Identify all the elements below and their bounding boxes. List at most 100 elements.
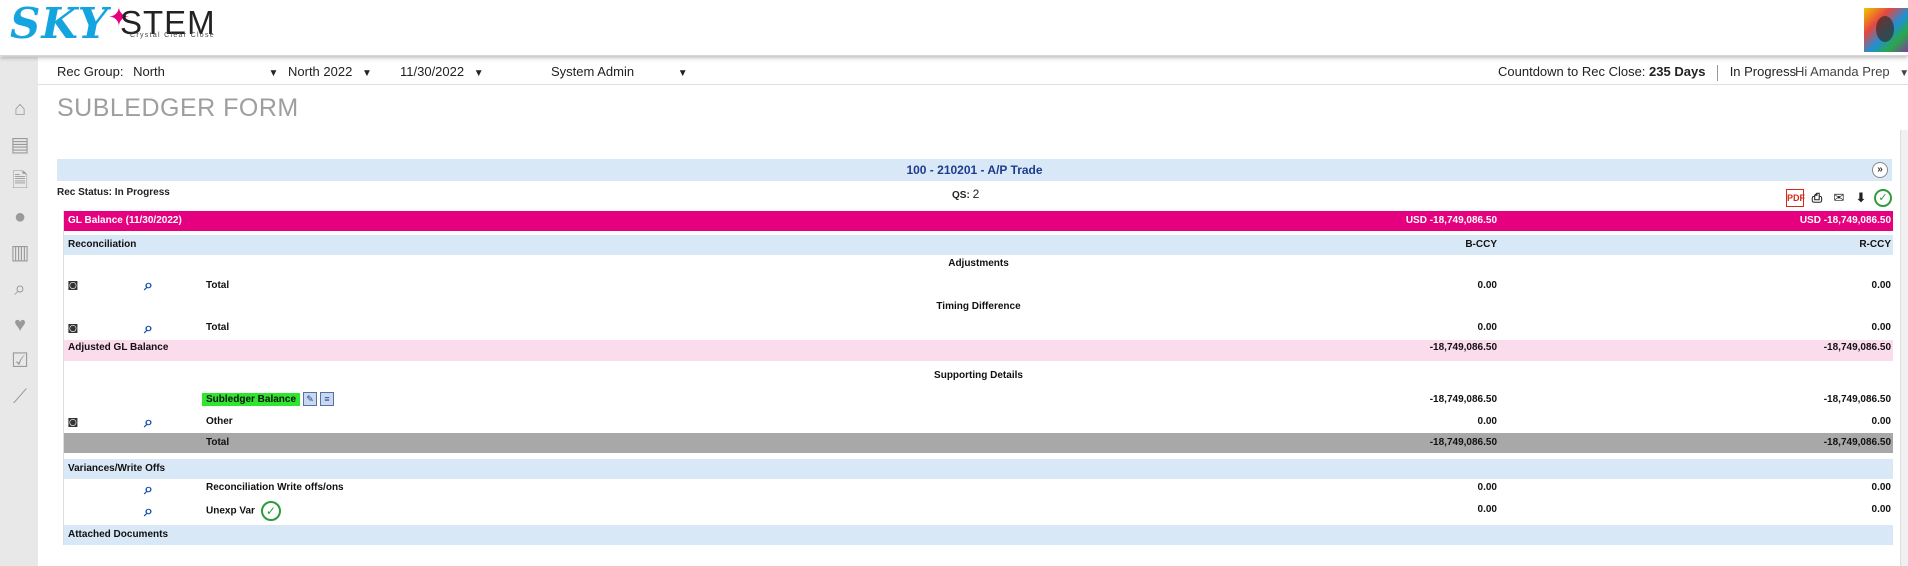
reconciliation-grid: GL Balance (11/30/2022) USD -18,749,086.…	[63, 211, 1893, 545]
timing-total-row: ◙ ⌕ Total 0.00 0.00	[64, 316, 1893, 340]
left-sidebar: ⌂ ▤ 🗎 ● ▥ ⌕ ♥ ☑ ⟋	[0, 57, 38, 566]
qs-value: 2	[972, 187, 980, 201]
rccy-header: R-CCY	[1859, 239, 1891, 250]
subledger-link[interactable]: Subledger Balance ✎ ≡	[202, 389, 335, 411]
add-item-icon[interactable]: ◙	[68, 277, 90, 295]
supporting-title: Supporting Details	[934, 370, 1023, 381]
supporting-total-row: Total -18,749,086.50 -18,749,086.50	[64, 433, 1893, 453]
toolbar: PDF ⎙ ✉ ⬇ ✓	[1786, 189, 1892, 207]
user-greeting: Hi Amanda Prep	[1795, 64, 1890, 79]
qs-label: QS:	[952, 190, 970, 201]
reconciliation-label: Reconciliation	[68, 239, 137, 250]
page-title: SUBLEDGER FORM	[57, 94, 299, 122]
attached-docs-row: Attached Documents	[64, 525, 1893, 545]
other-row: ◙ ⌕ Other 0.00 0.00	[64, 411, 1893, 433]
logo-sky-text: SKY	[10, 0, 109, 48]
variances-label: Variances/Write Offs	[68, 463, 166, 474]
edit-icon[interactable]: ✎	[303, 392, 318, 407]
qs-indicator: QS: 2	[952, 187, 979, 201]
avatar[interactable]	[1864, 8, 1908, 52]
user-menu[interactable]: Hi Amanda Prep ▼	[1795, 64, 1908, 79]
gl-balance-bccy: USD -18,749,086.50	[1405, 215, 1497, 226]
search-icon[interactable]: ⌕	[144, 320, 166, 338]
unexp-var-bccy: 0.00	[1477, 504, 1497, 515]
file-upload-icon[interactable]: 🗎	[8, 169, 32, 193]
search-icon[interactable]: ⌕	[144, 277, 166, 295]
chevron-down-icon: ▼	[1899, 68, 1908, 79]
details-icon[interactable]: ≡	[320, 392, 335, 407]
adjusted-gl-rccy: -18,749,086.50	[1823, 342, 1891, 353]
subledger-bccy: -18,749,086.50	[1429, 394, 1497, 405]
unexp-var-cell: Unexp Var ✓	[206, 501, 281, 521]
home-icon[interactable]: ⌂	[8, 97, 32, 121]
chevron-down-icon: ▼	[361, 68, 372, 79]
account-title: 100 - 210201 - A/P Trade	[906, 163, 1043, 177]
subledger-rccy: -18,749,086.50	[1823, 394, 1891, 405]
adjustments-total-rccy: 0.00	[1871, 280, 1891, 291]
other-bccy: 0.00	[1477, 416, 1497, 427]
divider	[1717, 64, 1719, 81]
adjusted-gl-row: Adjusted GL Balance -18,749,086.50 -18,7…	[64, 340, 1893, 361]
adjusted-gl-label: Adjusted GL Balance	[68, 342, 169, 353]
unexp-var-row: ⌕ Unexp Var ✓ 0.00 0.00	[64, 501, 1893, 523]
bccy-header: B-CCY	[1465, 239, 1497, 250]
gl-balance-label: GL Balance (11/30/2022)	[68, 215, 182, 226]
adjustments-title: Adjustments	[948, 258, 1009, 269]
timing-total-label: Total	[206, 322, 230, 333]
approve-icon[interactable]: ✓	[1874, 189, 1892, 207]
adjusted-gl-bccy: -18,749,086.50	[1429, 342, 1497, 353]
subledger-label: Subledger Balance	[202, 393, 301, 406]
approve-icon[interactable]: ✓	[260, 501, 281, 521]
account-header: 100 - 210201 - A/P Trade »	[57, 159, 1892, 181]
role-value: System Admin	[551, 64, 635, 79]
other-label: Other	[206, 416, 233, 427]
timing-title-row: Timing Difference	[64, 298, 1893, 316]
download-icon[interactable]: ⬇	[1852, 189, 1870, 207]
chevron-down-icon: ▼	[268, 68, 279, 79]
email-icon[interactable]: ✉	[1830, 189, 1848, 207]
role-select[interactable]: System Admin ▼	[551, 64, 688, 79]
gl-balance-row: GL Balance (11/30/2022) USD -18,749,086.…	[64, 211, 1893, 231]
attached-docs-label: Attached Documents	[68, 529, 169, 540]
countdown: Countdown to Rec Close: 235 Days In Prog…	[1498, 64, 1796, 81]
search-icon[interactable]: ⌕	[144, 414, 166, 432]
writeoffs-row: ⌕ Reconciliation Write offs/ons 0.00 0.0…	[64, 479, 1893, 501]
search-icon[interactable]: ⌕	[144, 481, 166, 499]
adjustments-total-bccy: 0.00	[1477, 280, 1497, 291]
chevron-down-icon: ▼	[473, 68, 484, 79]
rec-group-select[interactable]: Rec Group: North ▼	[57, 64, 278, 79]
library-icon[interactable]: ▥	[8, 241, 32, 265]
timing-total-bccy: 0.00	[1477, 322, 1497, 333]
date-select[interactable]: 11/30/2022 ▼	[400, 64, 484, 79]
writeoffs-rccy: 0.00	[1871, 482, 1891, 493]
supporting-title-row: Supporting Details	[64, 361, 1893, 389]
search-icon[interactable]: ⌕	[144, 503, 166, 521]
writeoffs-bccy: 0.00	[1477, 482, 1497, 493]
supporting-total-rccy: -18,749,086.50	[1823, 437, 1891, 448]
status-text: In Progress	[1729, 64, 1797, 79]
search-report-icon[interactable]: ⌕	[8, 277, 32, 301]
chevron-down-icon: ▼	[677, 68, 688, 79]
writeoffs-label: Reconciliation Write offs/ons	[206, 482, 344, 493]
dashboard-icon[interactable]: ▤	[8, 133, 32, 157]
handshake-icon[interactable]: ♥	[8, 313, 32, 337]
period-select[interactable]: North 2022 ▼	[288, 64, 372, 79]
pdf-icon[interactable]: PDF	[1786, 189, 1805, 207]
add-item-icon[interactable]: ◙	[68, 320, 90, 338]
checklist-icon[interactable]: ☑	[8, 349, 32, 373]
collapse-expand-button[interactable]: »	[1872, 162, 1888, 178]
print-icon[interactable]: ⎙	[1808, 189, 1826, 207]
add-item-icon[interactable]: ◙	[68, 414, 90, 432]
unexp-var-rccy: 0.00	[1871, 504, 1891, 515]
chart-icon[interactable]: ⟋	[8, 385, 32, 409]
countdown-label: Countdown to Rec Close:	[1498, 64, 1646, 79]
countdown-value: 235 Days	[1649, 64, 1706, 79]
top-header: SKY ✦ STEM Crystal Clear Close	[0, 0, 1908, 56]
adjustments-title-row: Adjustments	[64, 255, 1893, 273]
scrollbar[interactable]	[1900, 130, 1908, 566]
unexp-var-label: Unexp Var	[206, 505, 255, 517]
subledger-row: Subledger Balance ✎ ≡ -18,749,086.50 -18,7…	[64, 389, 1893, 411]
user-icon[interactable]: ●	[8, 205, 32, 229]
supporting-total-bccy: -18,749,086.50	[1429, 437, 1497, 448]
variances-header-row: Variances/Write Offs	[64, 459, 1893, 479]
